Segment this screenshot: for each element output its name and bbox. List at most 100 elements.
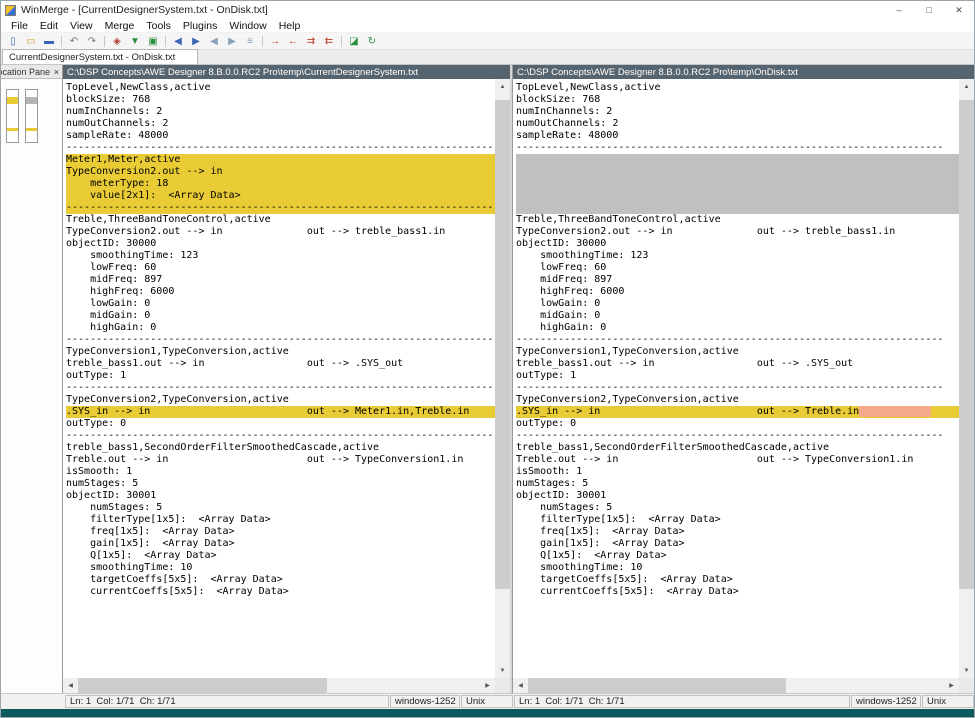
save-button[interactable]: ▬ [40,34,58,49]
first-diff-button[interactable]: ◀ [205,34,223,49]
missing-line-filler [516,178,959,190]
code-line: .SYS_in --> in out --> Meter1.in,Treble.… [66,406,495,418]
options-button[interactable]: ◈ [108,34,126,49]
scroll-up-icon[interactable]: ▲ [959,79,974,94]
code-line: sampleRate: 48000 [516,130,959,142]
auto-merge-button[interactable]: ◪ [345,34,363,49]
location-bar-left[interactable] [6,89,19,143]
left-hscroll-thumb[interactable] [78,678,327,693]
left-file-path-header[interactable]: C:\DSP Concepts\AWE Designer 8.B.0.0.RC2… [63,65,510,79]
code-line: targetCoeffs[5x5]: <Array Data> [516,574,959,586]
code-line: targetCoeffs[5x5]: <Array Data> [66,574,495,586]
scroll-right-icon[interactable]: ▶ [944,678,959,693]
copy-all-right-button[interactable]: ⇉ [302,34,320,49]
status-location-spacer [1,694,64,709]
right-code-area[interactable]: TopLevel,NewClass,activeblockSize: 768 nu… [513,79,959,678]
missing-line-filler [516,202,959,214]
scroll-left-icon[interactable]: ◀ [63,678,78,693]
location-pane-close-icon[interactable]: × [51,67,62,77]
code-line: objectID: 30000 [66,238,495,250]
redo-button[interactable]: ↷ [83,34,101,49]
code-line: Treble.out --> in out --> TypeConversion… [66,454,495,466]
code-line: filterType[1x5]: <Array Data> [516,514,959,526]
last-diff-button[interactable]: ▶ [223,34,241,49]
menu-view[interactable]: View [64,20,99,32]
right-horizontal-scrollbar[interactable]: ◀ ▶ [513,678,974,693]
left-hscroll-track[interactable] [78,678,480,693]
copy-right-button[interactable]: → [266,34,284,49]
scrollbar-corner [959,678,974,693]
code-line: numOutChannels: 2 [516,118,959,130]
code-line: isSmooth: 1 [516,466,959,478]
scroll-down-icon[interactable]: ▼ [959,663,974,678]
left-horizontal-scrollbar[interactable]: ◀ ▶ [63,678,510,693]
left-file-pane: C:\DSP Concepts\AWE Designer 8.B.0.0.RC2… [63,65,512,693]
scroll-up-icon[interactable]: ▲ [495,79,510,94]
right-file-path-header[interactable]: C:\DSP Concepts\AWE Designer 8.B.0.0.RC2… [513,65,974,79]
current-diff-button[interactable]: ≡ [241,34,259,49]
new-file-button[interactable]: ▯ [4,34,22,49]
code-line: TypeConversion2,TypeConversion,active [516,394,959,406]
left-vscroll-track[interactable] [495,94,510,663]
maximize-button[interactable]: □ [914,1,944,19]
missing-line-filler [516,190,959,202]
menu-merge[interactable]: Merge [99,20,141,32]
code-line: isSmooth: 1 [66,466,495,478]
prev-diff-button[interactable]: ◀ [169,34,187,49]
code-line: freq[1x5]: <Array Data> [66,526,495,538]
right-vscroll-track[interactable] [959,94,974,663]
code-line: ----------------------------------------… [516,142,959,154]
tab-comparison[interactable]: CurrentDesignerSystem.txt - OnDisk.txt [2,49,198,64]
left-vscroll-thumb[interactable] [495,100,510,589]
code-line: sampleRate: 48000 [66,130,495,142]
code-line: highGain: 0 [66,322,495,334]
menu-edit[interactable]: Edit [34,20,64,32]
right-cursor-position: Ln: 1 Col: 1/71 Ch: 1/71 [514,695,850,708]
location-diff-marker [7,128,18,130]
code-line: outType: 1 [66,370,495,382]
code-line: ----------------------------------------… [66,202,495,214]
location-pane-header: Location Pane × [1,65,62,79]
copy-left-button[interactable]: ← [284,34,302,49]
code-line: lowFreq: 60 [66,262,495,274]
code-line: ----------------------------------------… [66,142,495,154]
undo-button[interactable]: ↶ [65,34,83,49]
plugins-button[interactable]: ▣ [144,34,162,49]
menu-help[interactable]: Help [273,20,307,32]
right-hscroll-track[interactable] [528,678,944,693]
menu-plugins[interactable]: Plugins [177,20,223,32]
left-vertical-scrollbar[interactable]: ▲ ▼ [495,79,510,678]
scroll-left-icon[interactable]: ◀ [513,678,528,693]
menu-bar: FileEditViewMergeToolsPluginsWindowHelp [1,19,974,33]
left-cursor-position: Ln: 1 Col: 1/71 Ch: 1/71 [65,695,389,708]
open-button[interactable]: ▭ [22,34,40,49]
right-vertical-scrollbar[interactable]: ▲ ▼ [959,79,974,678]
code-line: blockSize: 768 [516,94,959,106]
toolbar-separator [165,36,166,47]
code-line: TopLevel,NewClass,active [516,82,959,94]
scroll-right-icon[interactable]: ▶ [480,678,495,693]
toolbar-separator [341,36,342,47]
code-line: ----------------------------------------… [516,430,959,442]
code-line: lowGain: 0 [516,298,959,310]
menu-tools[interactable]: Tools [140,20,177,32]
next-diff-button[interactable]: ▶ [187,34,205,49]
code-line: TypeConversion2.out --> in [66,166,495,178]
right-vscroll-thumb[interactable] [959,100,974,589]
left-code-area[interactable]: TopLevel,NewClass,activeblockSize: 768nu… [63,79,495,678]
scroll-down-icon[interactable]: ▼ [495,663,510,678]
menu-file[interactable]: File [5,20,34,32]
refresh-button[interactable]: ↻ [363,34,381,49]
minimize-button[interactable]: – [884,1,914,19]
location-bar-right[interactable] [25,89,38,143]
main-area: Location Pane × C:\DSP Concepts\AWE Desi… [1,65,974,693]
winmerge-window: WinMerge - [CurrentDesignerSystem.txt - … [0,0,975,718]
right-hscroll-thumb[interactable] [528,678,786,693]
title-bar: WinMerge - [CurrentDesignerSystem.txt - … [1,1,974,19]
copy-all-left-button[interactable]: ⇇ [320,34,338,49]
menu-window[interactable]: Window [223,20,272,32]
code-line: currentCoeffs[5x5]: <Array Data> [66,586,495,598]
close-button[interactable]: ✕ [944,1,974,19]
line-filter-button[interactable]: ▼ [126,34,144,49]
code-line: TypeConversion2,TypeConversion,active [66,394,495,406]
